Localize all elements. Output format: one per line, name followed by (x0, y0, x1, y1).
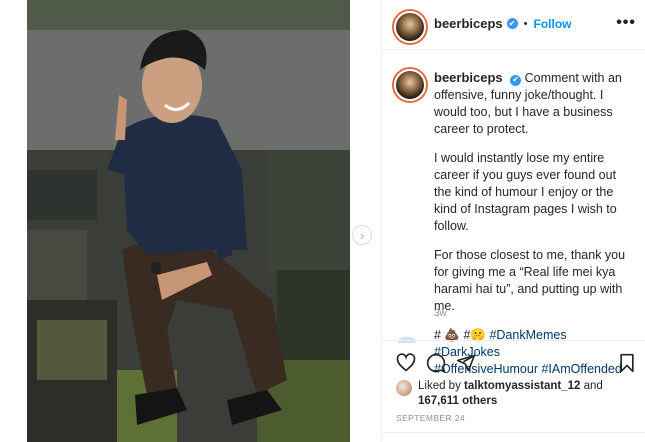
liked-by-label: Liked by (418, 380, 461, 392)
next-photo-button[interactable]: › (352, 225, 372, 245)
liker-username[interactable]: talktomyassistant_12 (464, 380, 580, 392)
action-bar (382, 340, 645, 377)
post-date: SEPTEMBER 24 (396, 413, 466, 423)
caption-paragraph-1: beerbiceps ✔ Comment with an offensive, … (434, 69, 634, 138)
more-options-icon[interactable]: ••• (616, 14, 636, 32)
comment-icon[interactable] (426, 353, 446, 373)
verified-icon: ✔ (506, 18, 518, 29)
caption-paragraph-2: I would instantly lose my entire career … (434, 151, 617, 233)
follow-button[interactable]: Follow (534, 17, 572, 31)
photo-illustration (27, 0, 350, 442)
heart-icon[interactable] (396, 353, 416, 373)
post-photo[interactable] (27, 0, 350, 442)
avatar[interactable] (394, 11, 426, 43)
header-user: beerbiceps ✔ • Follow (434, 16, 572, 31)
bookmark-icon[interactable] (618, 353, 636, 373)
likes-and: and (583, 380, 603, 392)
likes-summary: Liked by talktomyassistant_12 and 167,61… (396, 379, 603, 409)
post-header: beerbiceps ✔ • Follow ••• (382, 0, 645, 50)
header-username[interactable]: beerbiceps (434, 16, 503, 31)
verified-icon: ✔ (510, 74, 522, 86)
caption-avatar[interactable] (394, 69, 426, 101)
divider (382, 432, 645, 433)
separator-dot: • (523, 17, 528, 30)
caption-paragraph-3: For those closest to me, thank you for g… (434, 248, 626, 313)
post-side-panel: beerbiceps ✔ • Follow ••• beerbiceps ✔ C… (381, 0, 645, 442)
post-time: 3w (434, 308, 447, 319)
liker-avatar[interactable] (396, 380, 412, 396)
likes-text: Liked by talktomyassistant_12 and 167,61… (418, 379, 603, 409)
likes-count[interactable]: 167,611 others (418, 395, 497, 407)
share-icon[interactable] (456, 353, 476, 373)
caption-username[interactable]: beerbiceps (434, 70, 503, 85)
